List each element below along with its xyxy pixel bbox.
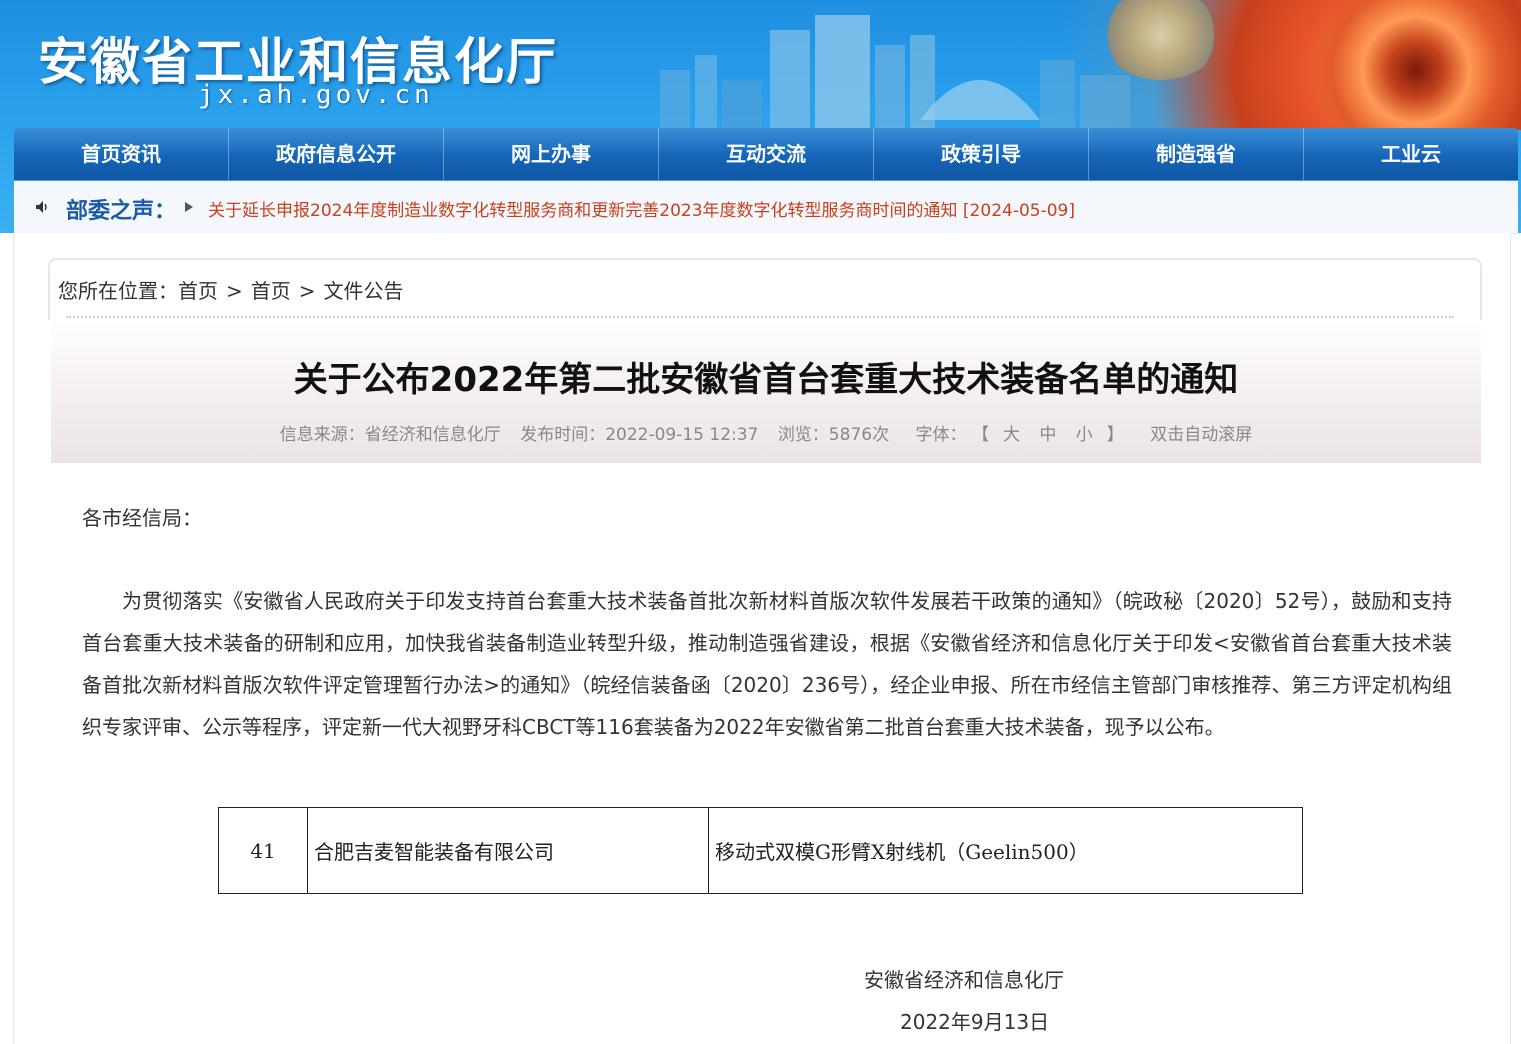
nav-item-manufacturing[interactable]: 制造强省 (1089, 128, 1304, 180)
nav-item-interaction[interactable]: 互动交流 (659, 128, 874, 180)
breadcrumb: 您所在位置：首页 > 首页 > 文件公告 (58, 275, 404, 304)
breadcrumb-prefix: 您所在位置： (58, 279, 178, 303)
breadcrumb-item-home-2[interactable]: 首页 (251, 279, 291, 303)
divider (66, 316, 1454, 318)
notice-label: 部委之声： (66, 199, 177, 224)
salutation: 各市经信局： (82, 506, 202, 530)
font-size-bracket-open: 【 (980, 425, 989, 445)
nav-item-policy[interactable]: 政策引导 (874, 128, 1089, 180)
meta-views: 浏览：5876次 (777, 425, 890, 445)
site-url: jx.ah.gov.cn (198, 80, 434, 110)
article-meta: 信息来源：省经济和信息化厅 发布时间：2022-09-15 12:37 浏览：5… (51, 420, 1481, 445)
nav-item-gov-info[interactable]: 政府信息公开 (229, 128, 444, 180)
auto-scroll-toggle[interactable]: 双击自动滚屏 (1150, 425, 1252, 445)
triangle-right-icon (185, 202, 193, 212)
notice-link[interactable]: 关于延长申报2024年度制造业数字化转型服务商和更新完善2023年度数字化转型服… (208, 196, 1075, 221)
main-nav: 首页资讯 政府信息公开 网上办事 互动交流 政策引导 制造强省 工业云 (14, 128, 1518, 180)
font-size-bracket-close: 】 (1106, 425, 1124, 445)
signature-date: 2022年9月13日 (900, 1010, 1050, 1034)
font-size-small-button[interactable]: 小 (1076, 425, 1093, 445)
nav-item-online-services[interactable]: 网上办事 (444, 128, 659, 180)
font-size-medium-button[interactable]: 中 (1039, 425, 1056, 445)
copper-coil-graphic (1061, 0, 1521, 170)
nav-item-industrial-cloud[interactable]: 工业云 (1304, 128, 1518, 180)
meta-font-size: 字体： 【大 中 小】 (908, 425, 1130, 445)
breadcrumb-item-home[interactable]: 首页 (178, 279, 218, 303)
table-cell-company: 合肥吉麦智能装备有限公司 (307, 807, 709, 894)
breadcrumb-separator: > (298, 279, 316, 303)
meta-font-label: 字体： (915, 425, 967, 445)
notice-bar: 部委之声： 关于延长申报2024年度制造业数字化转型服务商和更新完善2023年度… (14, 181, 1518, 234)
font-size-large-button[interactable]: 大 (1003, 425, 1020, 445)
article-body: 为贯彻落实《安徽省人民政府关于印发支持首台套重大技术装备首批次新材料首版次软件发… (82, 589, 1452, 739)
table-cell-equipment: 移动式双模G形臂X射线机（Geelin500） (708, 807, 1303, 894)
table-row: 41 合肥吉麦智能装备有限公司 移动式双模G形臂X射线机（Geelin500） (218, 807, 1303, 894)
table-cell-number: 41 (218, 807, 308, 894)
breadcrumb-separator: > (226, 279, 243, 303)
breadcrumb-item-announcements[interactable]: 文件公告 (324, 279, 404, 303)
meta-source: 信息来源：省经济和信息化厅 (279, 425, 501, 445)
article-title: 关于公布2022年第二批安徽省首台套重大技术装备名单的通知 (293, 360, 1239, 400)
speaker-icon (36, 201, 47, 213)
nav-item-home-news[interactable]: 首页资讯 (14, 128, 229, 180)
equipment-table: 41 合肥吉麦智能装备有限公司 移动式双模G形臂X射线机（Geelin500） (218, 807, 1303, 894)
signature-org: 安徽省经济和信息化厅 (864, 968, 1064, 992)
meta-published: 发布时间：2022-09-15 12:37 (520, 425, 759, 445)
